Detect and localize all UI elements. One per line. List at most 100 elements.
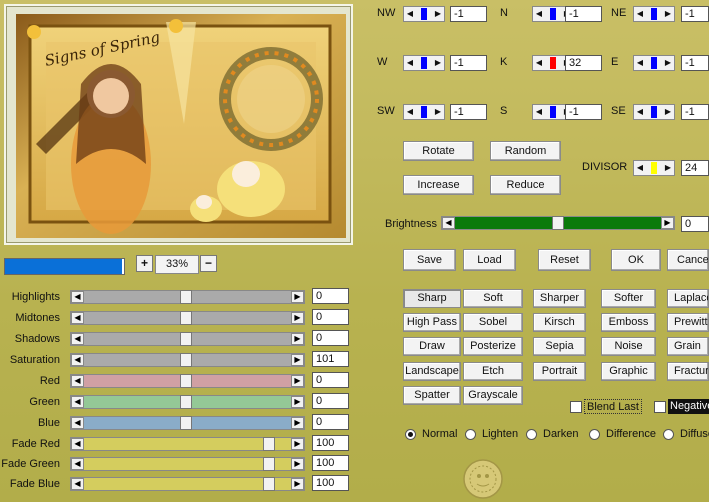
graphic-preset-button[interactable]: Graphic [601, 362, 656, 381]
fade-red-left-arrow-icon[interactable]: ◀ [71, 438, 84, 450]
kernel-w-spinner[interactable]: ◀ ▶ [403, 55, 445, 71]
red-left-arrow-icon[interactable]: ◀ [71, 375, 84, 387]
fade-blue-slider[interactable]: ◀ ▶ [70, 477, 305, 491]
kernel-w-right-arrow-icon[interactable]: ▶ [433, 57, 443, 69]
fade-blue-left-arrow-icon[interactable]: ◀ [71, 478, 84, 490]
highlights-slider-thumb[interactable] [180, 290, 192, 304]
kernel-nw-input[interactable]: -1 [450, 6, 487, 22]
fade-green-right-arrow-icon[interactable]: ▶ [291, 458, 304, 470]
laplace-preset-button[interactable]: Laplace [667, 289, 709, 308]
brightness-slider-thumb[interactable] [552, 216, 564, 230]
fractures-preset-button[interactable]: Fractures [667, 362, 709, 381]
rotate-button[interactable]: Rotate [403, 141, 474, 161]
cancel-button[interactable]: Cancel [667, 249, 709, 271]
diffuse-radio-label[interactable]: Diffuse [680, 428, 709, 440]
blue-input[interactable]: 0 [312, 414, 349, 430]
divisor-left-arrow-icon[interactable]: ◀ [635, 162, 645, 174]
kernel-se-right-arrow-icon[interactable]: ▶ [663, 106, 673, 118]
fade-red-right-arrow-icon[interactable]: ▶ [291, 438, 304, 450]
highlights-slider[interactable]: ◀ ▶ [70, 290, 305, 304]
spatter-preset-button[interactable]: Spatter [403, 386, 461, 405]
kernel-k-left-arrow-icon[interactable]: ◀ [534, 57, 544, 69]
green-input[interactable]: 0 [312, 393, 349, 409]
blue-slider[interactable]: ◀ ▶ [70, 416, 305, 430]
fade-blue-input[interactable]: 100 [312, 475, 349, 491]
fade-green-input[interactable]: 100 [312, 455, 349, 471]
grayscale-preset-button[interactable]: Grayscale [463, 386, 523, 405]
normal-radio[interactable] [405, 429, 416, 440]
increase-button[interactable]: Increase [403, 175, 474, 195]
fade-blue-right-arrow-icon[interactable]: ▶ [291, 478, 304, 490]
blend-last-checkbox[interactable] [570, 401, 582, 413]
green-right-arrow-icon[interactable]: ▶ [291, 396, 304, 408]
red-right-arrow-icon[interactable]: ▶ [291, 375, 304, 387]
landscape-preset-button[interactable]: Landscape [403, 362, 461, 381]
highlights-right-arrow-icon[interactable]: ▶ [291, 291, 304, 303]
kernel-se-spinner[interactable]: ◀ ▶ [633, 104, 675, 120]
emboss-preset-button[interactable]: Emboss [601, 313, 656, 332]
blue-left-arrow-icon[interactable]: ◀ [71, 417, 84, 429]
fade-red-slider-thumb[interactable] [263, 437, 275, 451]
green-slider-thumb[interactable] [180, 395, 192, 409]
kernel-se-left-arrow-icon[interactable]: ◀ [635, 106, 645, 118]
reduce-button[interactable]: Reduce [490, 175, 561, 195]
fade-green-slider-thumb[interactable] [263, 457, 275, 471]
grain-preset-button[interactable]: Grain [667, 337, 709, 356]
kernel-e-spinner[interactable]: ◀ ▶ [633, 55, 675, 71]
sharp-preset-button[interactable]: Sharp [403, 289, 461, 308]
red-slider-thumb[interactable] [180, 374, 192, 388]
shadows-slider-thumb[interactable] [180, 332, 192, 346]
kernel-w-input[interactable]: -1 [450, 55, 487, 71]
negative-checkbox[interactable] [654, 401, 666, 413]
kernel-ne-left-arrow-icon[interactable]: ◀ [635, 8, 645, 20]
sepia-preset-button[interactable]: Sepia [533, 337, 586, 356]
kernel-s-left-arrow-icon[interactable]: ◀ [534, 106, 544, 118]
kernel-sw-spinner[interactable]: ◀ ▶ [403, 104, 445, 120]
noise-preset-button[interactable]: Noise [601, 337, 656, 356]
etch-preset-button[interactable]: Etch [463, 362, 523, 381]
kernel-ne-right-arrow-icon[interactable]: ▶ [663, 8, 673, 20]
brightness-right-arrow-icon[interactable]: ▶ [661, 217, 674, 229]
prewitt-preset-button[interactable]: Prewitt [667, 313, 709, 332]
kernel-sw-right-arrow-icon[interactable]: ▶ [433, 106, 443, 118]
sobel-preset-button[interactable]: Sobel [463, 313, 523, 332]
draw-preset-button[interactable]: Draw [403, 337, 461, 356]
ok-button[interactable]: OK [611, 249, 661, 271]
difference-radio-label[interactable]: Difference [606, 428, 656, 440]
shadows-slider[interactable]: ◀ ▶ [70, 332, 305, 346]
kernel-ne-input[interactable]: -1 [681, 6, 709, 22]
shadows-left-arrow-icon[interactable]: ◀ [71, 333, 84, 345]
fade-blue-slider-thumb[interactable] [263, 477, 275, 491]
green-left-arrow-icon[interactable]: ◀ [71, 396, 84, 408]
kernel-se-input[interactable]: -1 [681, 104, 709, 120]
fade-red-input[interactable]: 100 [312, 435, 349, 451]
divisor-input[interactable]: 24 [681, 160, 709, 176]
kernel-e-left-arrow-icon[interactable]: ◀ [635, 57, 645, 69]
darken-radio-label[interactable]: Darken [543, 428, 578, 440]
brightness-input[interactable]: 0 [681, 216, 709, 232]
highlights-left-arrow-icon[interactable]: ◀ [71, 291, 84, 303]
fade-green-left-arrow-icon[interactable]: ◀ [71, 458, 84, 470]
green-slider[interactable]: ◀ ▶ [70, 395, 305, 409]
kernel-k-input[interactable]: 32 [565, 55, 602, 71]
brightness-left-arrow-icon[interactable]: ◀ [442, 217, 455, 229]
reset-button[interactable]: Reset [538, 249, 591, 271]
zoom-out-button[interactable]: − [200, 255, 217, 272]
save-button[interactable]: Save [403, 249, 456, 271]
kernel-s-input[interactable]: -1 [565, 104, 602, 120]
sharper-preset-button[interactable]: Sharper [533, 289, 586, 308]
saturation-slider-thumb[interactable] [180, 353, 192, 367]
blend-last-label[interactable]: Blend Last [584, 399, 642, 414]
saturation-input[interactable]: 101 [312, 351, 349, 367]
kernel-w-left-arrow-icon[interactable]: ◀ [405, 57, 415, 69]
kernel-nw-left-arrow-icon[interactable]: ◀ [405, 8, 415, 20]
blue-slider-thumb[interactable] [180, 416, 192, 430]
random-button[interactable]: Random [490, 141, 561, 161]
highlights-input[interactable]: 0 [312, 288, 349, 304]
kernel-nw-spinner[interactable]: ◀ ▶ [403, 6, 445, 22]
saturation-right-arrow-icon[interactable]: ▶ [291, 354, 304, 366]
high-pass-preset-button[interactable]: High Pass [403, 313, 461, 332]
kernel-sw-input[interactable]: -1 [450, 104, 487, 120]
divisor-right-arrow-icon[interactable]: ▶ [663, 162, 673, 174]
kernel-ne-spinner[interactable]: ◀ ▶ [633, 6, 675, 22]
